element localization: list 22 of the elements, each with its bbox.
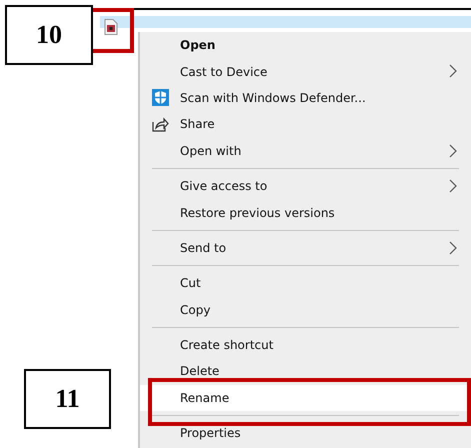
video-file-icon[interactable] [104, 19, 118, 35]
step-callout: 10 [5, 5, 93, 65]
menu-item[interactable]: Give access to [140, 172, 471, 200]
menu-item[interactable]: Cut [140, 270, 471, 297]
menu-item[interactable]: Scan with Windows Defender... [140, 84, 471, 112]
chevron-right-icon [449, 144, 457, 158]
menu-item[interactable]: Copy [140, 296, 471, 323]
menu-item[interactable]: Open [140, 32, 471, 58]
menu-item[interactable]: Cast to Device [140, 58, 471, 85]
chevron-right-icon [449, 178, 457, 193]
menu-item[interactable]: Restore previous versions [140, 199, 471, 226]
shield-icon [152, 89, 168, 106]
menu-item[interactable]: Create shortcut [140, 332, 471, 358]
menu-item[interactable]: Open with [140, 138, 471, 164]
chevron-right-icon [449, 240, 457, 255]
menu-item[interactable]: Properties [140, 420, 471, 446]
menu-item[interactable]: Share [140, 111, 471, 138]
chevron-right-icon [449, 64, 457, 78]
share-icon [152, 116, 168, 132]
menu-item[interactable]: Send to [140, 234, 471, 262]
menu-item[interactable]: Delete [140, 358, 471, 385]
step-callout: 11 [24, 369, 111, 429]
